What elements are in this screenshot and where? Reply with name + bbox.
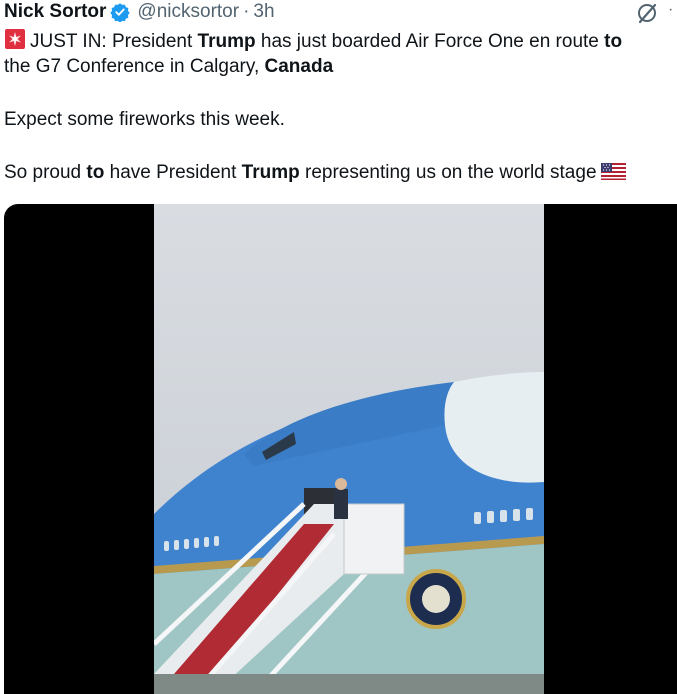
tweet-line-2: the G7 Conference in Calgary, Canada: [4, 54, 333, 80]
tweet-line-1: JUST IN: President Trump has just boarde…: [4, 28, 622, 55]
tweet-text: Expect some fireworks this week.: [4, 109, 285, 130]
tweet-line-4: So proud to have President Trump represe…: [4, 160, 626, 186]
tweet-text: have President: [104, 162, 242, 183]
author-name[interactable]: Nick Sortor: [4, 1, 106, 23]
tweet-header: Nick Sortor @nicksortor · 3h: [4, 0, 275, 24]
emphasized-text: Trump: [197, 31, 256, 52]
emphasized-text: to: [604, 31, 623, 52]
tweet-text: So proud: [4, 162, 87, 183]
tweet-line-3: Expect some fireworks this week.: [4, 107, 285, 133]
emphasized-text: to: [86, 162, 105, 183]
tweet-text: the G7 Conference in Calgary,: [4, 56, 265, 77]
more-icon[interactable]: ·: [668, 2, 673, 18]
emphasized-text: Trump: [241, 162, 300, 183]
emphasized-text: Canada: [264, 56, 334, 77]
tweet-text: has just boarded Air Force One en route: [255, 31, 605, 52]
video-player[interactable]: [4, 204, 677, 694]
us-flag-emoji: [600, 163, 626, 180]
tweet-text: JUST IN: President: [30, 31, 198, 52]
tweet-text: representing us on the world stage: [299, 162, 597, 183]
post-time[interactable]: 3h: [253, 1, 274, 23]
separator-dot: ·: [243, 1, 250, 22]
author-handle[interactable]: @nicksortor: [137, 1, 239, 23]
grok-icon[interactable]: [634, 0, 660, 26]
rotating-light-emoji: [5, 29, 25, 49]
air-force-one-video-frame: [154, 204, 544, 694]
verified-badge-icon: [110, 3, 131, 22]
